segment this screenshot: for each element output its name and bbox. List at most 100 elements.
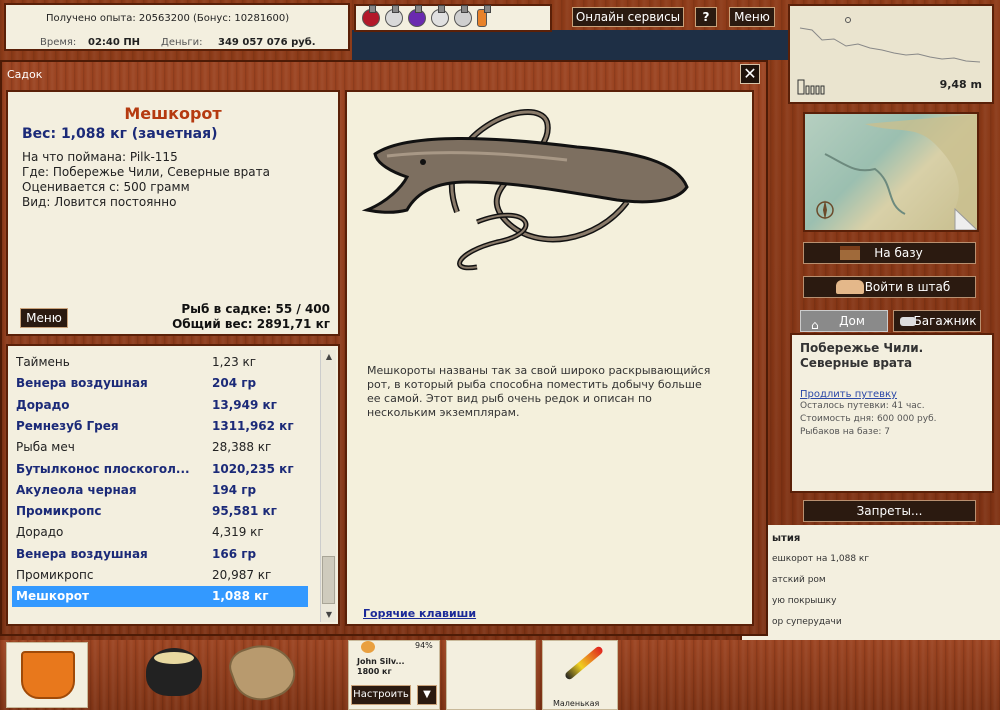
potions-bar — [354, 4, 552, 32]
day-cost: Стоимость дня: 600 000 руб. — [800, 414, 937, 424]
scroll-up-icon[interactable]: ▲ — [321, 350, 337, 364]
fish-row[interactable]: Ремнезуб Грея 1311,962 кг — [12, 416, 308, 437]
reel-icon — [361, 641, 375, 653]
dialog-title: Садок — [7, 68, 43, 81]
location-map[interactable] — [803, 112, 979, 232]
extend-permit-link[interactable]: Продлить путевку — [800, 389, 984, 400]
list-scrollbar[interactable]: ▲ ▼ — [320, 350, 336, 622]
scroll-down-icon[interactable]: ▼ — [321, 608, 337, 622]
tab-home-label: Дом — [839, 314, 865, 328]
fish-row-name: Таймень — [16, 355, 70, 369]
fish-row-name: Рыба меч — [16, 440, 75, 455]
fish-row-name: Бутылконос плоскогол... — [16, 461, 190, 476]
fish-row-name: Мешкорот — [16, 589, 90, 604]
bans-button[interactable]: Запреты... — [803, 500, 976, 522]
cauldron-content — [154, 652, 194, 664]
float-name: Маленькая — [553, 699, 600, 708]
tab-trunk[interactable]: Багажник — [893, 310, 981, 332]
fish-row-name: Акулеола черная — [16, 482, 137, 497]
white-potion-icon[interactable] — [385, 5, 403, 27]
float-slot[interactable]: Маленькая — [542, 640, 618, 710]
purple-potion-icon[interactable] — [408, 5, 426, 27]
location-info-panel: Побережье Чили. Северные врата Продлить … — [790, 333, 994, 493]
fish-row-weight: 1,23 кг — [212, 355, 257, 369]
hotkeys-link[interactable]: Горячие клавиши — [363, 607, 476, 620]
fish-row-weight: 13,949 кг — [212, 397, 277, 412]
fish-row[interactable]: Промикропс 95,581 кг — [12, 501, 308, 522]
event-item: ор суперудачи — [772, 617, 842, 627]
fish-row[interactable]: Дорадо 13,949 кг — [12, 395, 308, 416]
fish-row[interactable]: Промикропс 20,987 кг — [12, 565, 308, 586]
time-value: 02:40 ПН — [88, 37, 141, 48]
enter-hq-button[interactable]: Войти в штаб — [803, 276, 976, 298]
depth-value: 9,48 m — [939, 78, 982, 91]
cauldron-icon[interactable] — [146, 648, 202, 696]
fish-row-name: Промикропс — [16, 504, 102, 519]
valued-from: Оценивается с: 500 грамм — [22, 180, 190, 194]
exp-label: Получено опыта: — [46, 13, 136, 24]
fish-row-name: Дорадо — [16, 397, 70, 412]
red-potion-icon[interactable] — [362, 5, 380, 27]
fish-row-weight: 20,987 кг — [212, 568, 272, 582]
bucket-icon — [21, 651, 75, 699]
event-item: ешкорот на 1,088 кг — [772, 554, 870, 564]
money-label: Деньги: — [161, 37, 203, 48]
fish-row-name: Дорадо — [16, 525, 64, 540]
events-header: ытия — [772, 533, 801, 544]
fish-row[interactable]: Акулеола черная 194 гр — [12, 480, 308, 501]
tab-home[interactable]: ⌂ Дом — [800, 310, 888, 332]
fish-row-weight: 28,388 кг — [212, 440, 272, 455]
money-value: 349 057 076 руб. — [218, 37, 316, 48]
fish-weight: Вес: 1,088 кг (зачетная) — [22, 126, 218, 142]
empty-slot[interactable] — [446, 640, 536, 710]
float-icon — [563, 645, 605, 681]
configure-button[interactable]: Настроить — [351, 685, 411, 705]
close-button[interactable]: ✕ — [740, 64, 760, 84]
orange-bottle-icon[interactable] — [477, 5, 491, 27]
fish-list: Таймень 1,23 кг Венера воздушная 204 гр Дора… — [6, 344, 340, 626]
rod-name: John Silv... — [357, 657, 405, 666]
fish-row-selected[interactable]: Мешкорот 1,088 кг — [12, 586, 308, 608]
fish-info-panel: Мешкорот Вес: 1,088 кг (зачетная) На что… — [6, 90, 340, 336]
dropdown-arrow-icon[interactable]: ▼ — [417, 685, 437, 705]
caught-on: На что поймана: Pilk-115 — [22, 150, 178, 164]
tab-trunk-label: Багажник — [913, 314, 977, 328]
go-to-base-button[interactable]: На базу — [803, 242, 976, 264]
gulper-eel-illustration — [361, 109, 689, 271]
event-item: атский ром — [772, 575, 826, 585]
fish-kind: Вид: Ловится постоянно — [22, 195, 177, 209]
fish-row[interactable]: Дорадо 4,319 кг — [12, 522, 308, 543]
fish-row-weight: 204 гр — [212, 376, 257, 391]
fish-menu-button[interactable]: Меню — [20, 308, 68, 328]
scroll-thumb[interactable] — [322, 556, 335, 604]
main-menu-button[interactable]: Меню — [729, 7, 775, 27]
fish-row-name: Ремнезуб Грея — [16, 418, 119, 433]
rod-durability: 94% — [415, 641, 433, 650]
fish-count: Рыб в садке: 55 / 400 — [181, 302, 330, 316]
fish-row[interactable]: Венера воздушная 204 гр — [12, 373, 308, 394]
help-button[interactable]: ? — [695, 7, 717, 27]
online-services-button[interactable]: Онлайн сервисы — [572, 7, 684, 27]
fish-row-name: Венера воздушная — [16, 376, 148, 391]
fish-row[interactable]: Венера воздушная 166 гр — [12, 544, 308, 565]
fishers-count: Рыбаков на базе: 7 — [800, 427, 890, 437]
fish-row[interactable]: Рыба меч 28,388 кг — [12, 437, 308, 458]
total-weight: Общий вес: 2891,71 кг — [172, 317, 330, 331]
caught-where: Где: Побережье Чили, Северные врата — [22, 165, 270, 179]
fish-row[interactable]: Таймень 1,23 кг — [12, 352, 308, 373]
fish-row-weight: 95,581 кг — [212, 504, 277, 519]
location-title: Побережье Чили. Северные врата — [800, 341, 924, 370]
home-icon: ⌂ — [811, 318, 819, 332]
enter-hq-label: Войти в штаб — [864, 280, 951, 294]
dialog-titlebar: Садок — [2, 62, 766, 88]
clear-potion-icon[interactable] — [431, 5, 449, 27]
fish-row-weight: 166 гр — [212, 546, 257, 561]
fish-row-weight: 1,088 кг — [212, 589, 269, 604]
map-illustration — [816, 114, 979, 231]
rod-slot[interactable]: 94% John Silv... 1800 кг Настроить ▼ — [348, 640, 440, 710]
fish-row[interactable]: Бутылконос плоскогол... 1020,235 кг — [12, 459, 308, 480]
fish-row-weight: 194 гр — [212, 482, 257, 497]
car-icon — [900, 317, 916, 326]
bucket-slot[interactable] — [6, 642, 88, 708]
grey-potion-icon[interactable] — [454, 5, 472, 27]
